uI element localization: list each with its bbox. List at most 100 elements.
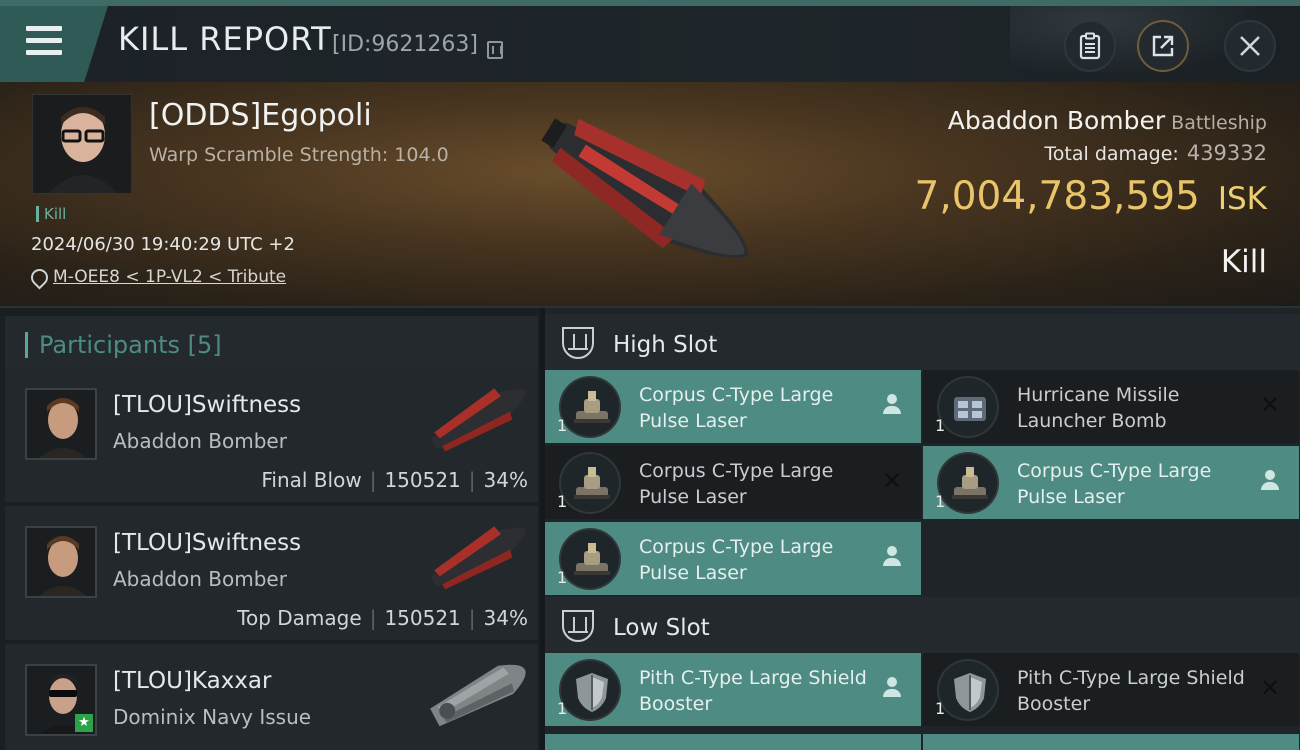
module-name: Corpus C-Type Large Pulse Laser xyxy=(639,536,834,584)
module-name: Corpus C-Type Large Pulse Laser xyxy=(1017,460,1212,508)
participant-role: Final Blow xyxy=(261,468,362,492)
participants-panel: Participants [5] [TLOU]Swiftness Abaddon… xyxy=(0,308,540,750)
copy-icon[interactable] xyxy=(487,41,503,59)
low-slot-label: Low Slot xyxy=(613,615,710,641)
participant-damage: 150521 xyxy=(384,468,461,492)
missile-launcher-icon xyxy=(937,376,999,438)
destroyed-x-icon: ✕ xyxy=(881,467,903,495)
total-damage-value: 439332 xyxy=(1186,141,1267,165)
participant-row[interactable]: [TLOU]Swiftness Abaddon Bomber Final Blo… xyxy=(5,368,538,502)
participant-name: [TLOU]Swiftness xyxy=(113,530,302,556)
participant-ship: Dominix Navy Issue xyxy=(113,705,312,729)
isk-amount: 7,004,783,595 xyxy=(914,174,1200,219)
shield-booster-icon xyxy=(559,659,621,721)
module-slot[interactable]: 1 Corpus C-Type Large Pulse Laser xyxy=(923,446,1299,519)
top-bar: KILL REPORT [ID:9621263] xyxy=(0,0,1300,86)
participant-row[interactable]: [TLOU]Swiftness Abaddon Bomber Top Damag… xyxy=(5,506,538,640)
total-damage-label: Total damage: xyxy=(1044,143,1179,165)
destroyed-x-icon: ✕ xyxy=(1259,674,1281,702)
participant-stats: Top Damage | 150521 | 34% xyxy=(237,606,528,630)
participants-title: Participants [5] xyxy=(25,332,222,358)
module-name: Hurricane Missile Launcher Bomb xyxy=(1017,384,1180,432)
dropped-person-icon xyxy=(879,675,905,701)
kill-timestamp: 2024/06/30 19:40:29 UTC +2 xyxy=(31,234,295,255)
high-slot-label: High Slot xyxy=(613,332,718,358)
pulse-laser-icon xyxy=(937,452,999,514)
module-slot[interactable]: 1 Pith C-Type Large Shield Booster xyxy=(545,653,921,726)
participant-percent: 34% xyxy=(483,606,528,630)
victim-ship-name[interactable]: Abaddon Bomber Battleship xyxy=(948,106,1267,135)
module-slot-partial[interactable] xyxy=(923,734,1299,750)
participant-avatar[interactable]: ★ xyxy=(25,664,97,736)
participant-role: Top Damage xyxy=(237,606,362,630)
isk-value: 7,004,783,595 ISK xyxy=(915,174,1267,219)
hamburger-menu-icon xyxy=(26,26,62,56)
close-button[interactable] xyxy=(1224,20,1276,72)
module-name: Corpus C-Type Large Pulse Laser xyxy=(639,460,834,508)
participant-ship: Abaddon Bomber xyxy=(113,429,287,453)
participant-row[interactable]: ★ [TLOU]Kaxxar Dominix Navy Issue xyxy=(5,644,538,750)
pulse-laser-icon xyxy=(559,528,621,590)
dropped-person-icon xyxy=(879,392,905,418)
module-quantity: 1 xyxy=(935,492,946,511)
ship-name-text: Abaddon Bomber xyxy=(947,106,1166,135)
page-title: KILL REPORT xyxy=(118,20,332,58)
report-id: [ID:9621263] xyxy=(332,32,478,57)
participant-ship: Abaddon Bomber xyxy=(113,567,287,591)
location-row: M-OEE8 < 1P-VL2 < Tribute xyxy=(31,267,286,287)
participant-percent: 34% xyxy=(483,468,528,492)
result-label: Kill xyxy=(1220,244,1267,280)
participant-stats: Final Blow | 150521 | 34% xyxy=(261,468,528,492)
module-quantity: 1 xyxy=(935,416,946,435)
participant-ship-image xyxy=(430,664,526,727)
module-slot[interactable]: 1 Corpus C-Type Large Pulse Laser xyxy=(545,522,921,595)
module-slot[interactable]: 1 Hurricane Missile Launcher Bomb ✕ xyxy=(923,370,1299,443)
ship-class: Battleship xyxy=(1171,112,1267,134)
kill-tag: Kill xyxy=(36,206,66,222)
module-slot[interactable]: 1 Corpus C-Type Large Pulse Laser xyxy=(545,370,921,443)
module-quantity: 1 xyxy=(557,699,568,718)
star-badge-icon: ★ xyxy=(75,714,93,732)
total-damage: Total damage: 439332 xyxy=(1044,141,1267,165)
shield-booster-icon xyxy=(937,659,999,721)
victim-panel: [ODDS]Egopoli Warp Scramble Strength: 10… xyxy=(0,82,1300,308)
participant-name: [TLOU]Swiftness xyxy=(113,392,302,418)
dropped-person-icon xyxy=(879,544,905,570)
module-quantity: 1 xyxy=(557,568,568,587)
warp-scramble-strength: Warp Scramble Strength: 104.0 xyxy=(149,144,449,166)
module-slot-partial[interactable] xyxy=(545,734,921,750)
module-quantity: 1 xyxy=(557,416,568,435)
fitting-panel: High Slot 1 Corpus C-Type Large Pulse La… xyxy=(545,308,1300,750)
module-name: Pith C-Type Large Shield Booster xyxy=(639,667,867,715)
menu-button[interactable] xyxy=(0,6,108,82)
module-slot[interactable]: 1 Corpus C-Type Large Pulse Laser ✕ xyxy=(545,446,921,519)
participant-name: [TLOU]Kaxxar xyxy=(113,668,272,694)
module-slot[interactable]: 1 Pith C-Type Large Shield Booster ✕ xyxy=(923,653,1299,726)
dropped-person-icon xyxy=(1257,468,1283,494)
participant-ship-image xyxy=(430,526,526,590)
module-name: Corpus C-Type Large Pulse Laser xyxy=(639,384,834,432)
low-slot-header: Low Slot xyxy=(545,597,1300,655)
destroyed-x-icon: ✕ xyxy=(1259,391,1281,419)
clipboard-icon xyxy=(1079,32,1101,60)
victim-ship-image[interactable] xyxy=(530,108,770,278)
share-button[interactable] xyxy=(1137,20,1189,72)
share-icon xyxy=(1152,35,1174,57)
location-link[interactable]: M-OEE8 < 1P-VL2 < Tribute xyxy=(53,267,286,287)
location-pin-icon xyxy=(31,269,44,286)
high-slot-icon xyxy=(562,327,594,359)
pulse-laser-icon xyxy=(559,376,621,438)
isk-unit: ISK xyxy=(1217,181,1267,217)
participants-header[interactable]: Participants [5] xyxy=(5,316,538,374)
participant-avatar[interactable] xyxy=(25,526,97,598)
participant-ship-image xyxy=(430,388,526,452)
participant-avatar[interactable] xyxy=(25,388,97,460)
pulse-laser-icon xyxy=(559,452,621,514)
high-slot-header: High Slot xyxy=(545,314,1300,372)
victim-name[interactable]: [ODDS]Egopoli xyxy=(149,98,372,133)
close-icon xyxy=(1240,36,1260,56)
clipboard-button[interactable] xyxy=(1064,20,1116,72)
module-quantity: 1 xyxy=(557,492,568,511)
victim-avatar[interactable] xyxy=(32,94,132,194)
low-slot-icon xyxy=(562,610,594,642)
